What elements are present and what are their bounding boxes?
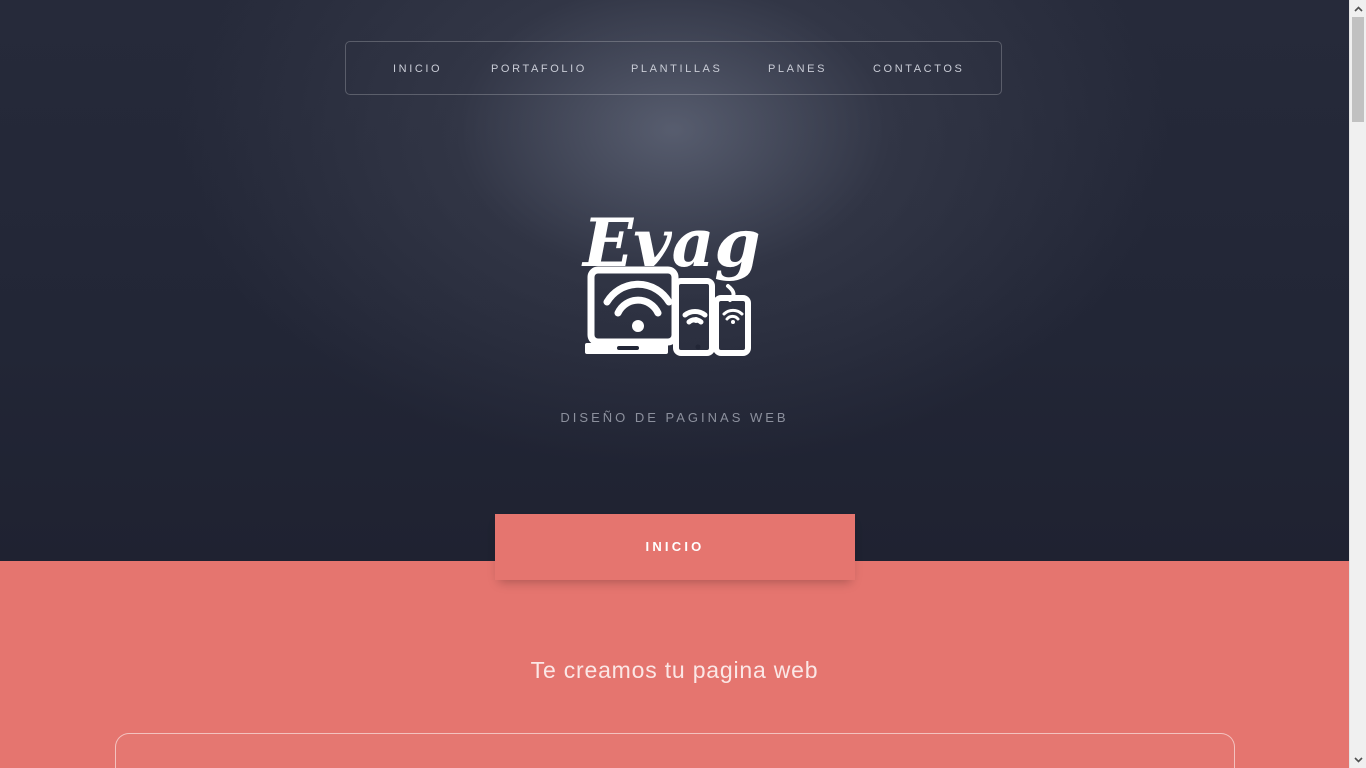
devices-wifi-icon: [585, 266, 751, 356]
scrollbar[interactable]: [1349, 0, 1366, 768]
chevron-down-icon: [1354, 756, 1363, 763]
scroll-thumb[interactable]: [1352, 17, 1364, 122]
scroll-down-button[interactable]: [1350, 751, 1366, 768]
content-card: [115, 733, 1235, 768]
nav-item-contactos[interactable]: CONTACTOS: [873, 63, 964, 75]
nav-item-portafolio[interactable]: PORTAFOLIO: [491, 63, 587, 75]
nav-item-plantillas[interactable]: PLANTILLAS: [631, 63, 722, 75]
scroll-up-button[interactable]: [1350, 0, 1366, 17]
hero-section: INICIO PORTAFOLIO PLANTILLAS PLANES CONT…: [0, 0, 1349, 561]
chevron-up-icon: [1354, 5, 1363, 12]
section-title: Te creamos tu pagina web: [530, 657, 819, 683]
nav-item-planes[interactable]: PLANES: [768, 63, 827, 75]
evag-logo[interactable]: Evag: [580, 196, 772, 360]
main-nav: INICIO PORTAFOLIO PLANTILLAS PLANES CONT…: [345, 41, 1002, 95]
section-tab-inicio: INICIO: [495, 514, 855, 580]
hero-subtitle: DISEÑO DE PAGINAS WEB: [560, 410, 789, 425]
nav-item-inicio[interactable]: INICIO: [393, 63, 442, 75]
page: INICIO PORTAFOLIO PLANTILLAS PLANES CONT…: [0, 0, 1366, 768]
